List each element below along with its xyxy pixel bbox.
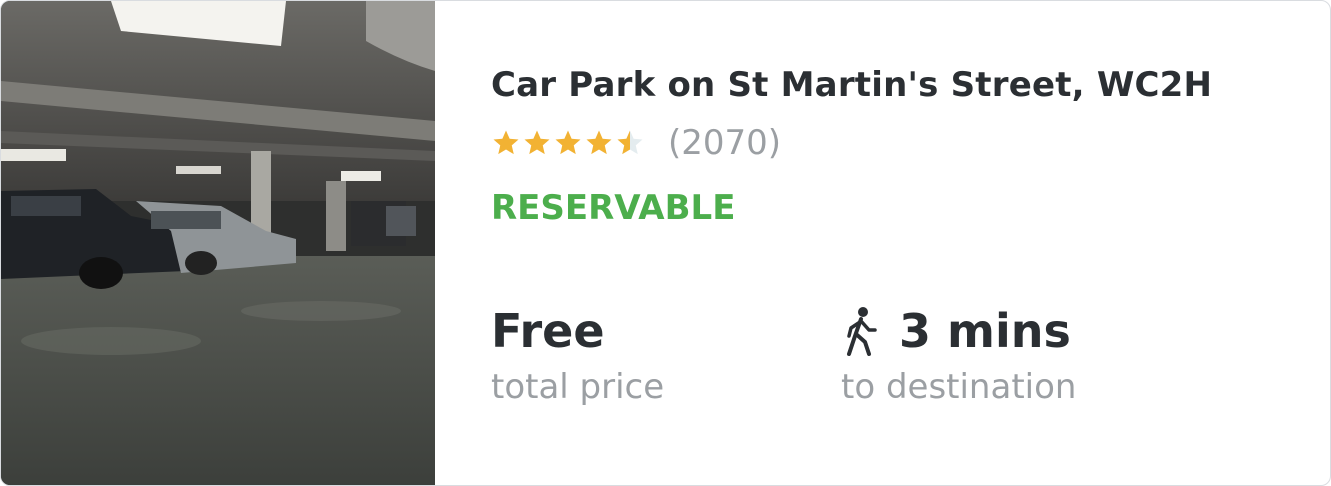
walking-person-icon [847,307,877,356]
star-rating [491,128,646,158]
star-icon [524,130,550,155]
car-park-card[interactable]: Car Park on St Martin's Street, WC2H (20… [0,0,1331,486]
star-icon [555,130,581,155]
star-half-icon [617,130,643,155]
review-count: (2070) [668,123,782,163]
info-row: Free total price 3 mins to destination [491,303,1291,423]
price-label: total price [491,367,665,407]
star-icon [493,130,519,155]
listing-title[interactable]: Car Park on St Martin's Street, WC2H [491,59,1310,111]
walk-time-label: to destination [841,367,1077,407]
walk-time-row: 3 mins [841,303,1076,359]
walk-time-value: 3 mins [899,304,1071,358]
price-value: Free [491,304,605,358]
walk-time-block: 3 mins to destination [841,303,1076,409]
listing-details: Car Park on St Martin's Street, WC2H (20… [491,59,1310,407]
car-park-photo [1,1,435,485]
star-icon [586,130,612,155]
price-block: Free total price [491,303,664,409]
reservable-badge: RESERVABLE [491,188,736,228]
rating-row: (2070) [491,123,1310,163]
